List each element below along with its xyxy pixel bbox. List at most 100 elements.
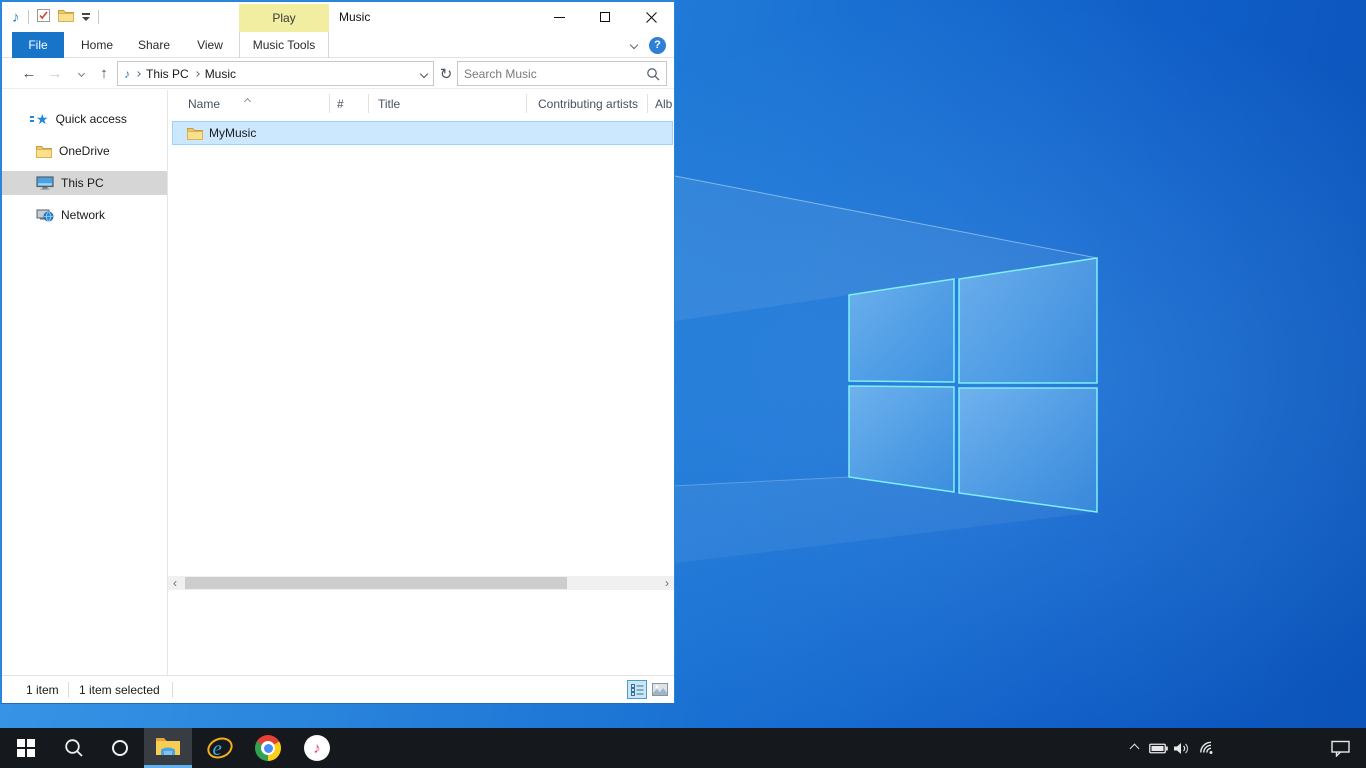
column-headers: Name # Title Contributing artists Alb bbox=[168, 90, 674, 117]
taskbar-file-explorer-button[interactable] bbox=[144, 728, 192, 768]
file-row-mymusic[interactable]: MyMusic bbox=[172, 121, 673, 145]
volume-icon[interactable] bbox=[1170, 728, 1194, 768]
breadcrumb-this-pc[interactable]: This PC bbox=[146, 67, 189, 81]
screen: ♪ Play Music bbox=[0, 0, 1366, 768]
start-button[interactable] bbox=[2, 728, 50, 768]
taskbar-chrome-button[interactable] bbox=[244, 728, 292, 768]
help-button[interactable]: ? bbox=[649, 37, 666, 54]
expand-ribbon-chevron-icon[interactable] bbox=[630, 41, 638, 49]
thumbnail-view-icon bbox=[652, 683, 668, 696]
search-box bbox=[457, 61, 667, 86]
sidebar-item-this-pc[interactable]: This PC bbox=[2, 171, 167, 195]
back-icon: ← bbox=[22, 65, 37, 82]
chevron-down-icon bbox=[77, 70, 84, 77]
taskbar-itunes-button[interactable]: ♪ bbox=[293, 728, 341, 768]
column-header-title[interactable]: Title bbox=[378, 90, 400, 117]
svg-text:e: e bbox=[213, 736, 222, 760]
up-button[interactable]: ↑ bbox=[93, 58, 115, 89]
large-icons-view-button[interactable] bbox=[650, 680, 670, 699]
sidebar-item-network[interactable]: Network bbox=[2, 203, 167, 227]
caption-buttons bbox=[536, 2, 674, 32]
details-view-button[interactable] bbox=[627, 680, 647, 699]
column-divider[interactable] bbox=[647, 94, 648, 113]
search-input[interactable] bbox=[464, 67, 646, 81]
column-header-album[interactable]: Alb bbox=[655, 90, 672, 117]
file-explorer-icon bbox=[155, 736, 181, 757]
breadcrumb-chevron-icon bbox=[194, 71, 200, 77]
scroll-left-icon: ‹ bbox=[173, 576, 177, 590]
horizontal-scrollbar: ‹ › bbox=[168, 576, 674, 590]
column-divider[interactable] bbox=[368, 94, 369, 113]
sidebar-item-label: This PC bbox=[61, 176, 104, 190]
new-folder-icon[interactable] bbox=[58, 9, 74, 25]
column-header-number[interactable]: # bbox=[337, 90, 344, 117]
minimize-button[interactable] bbox=[536, 2, 582, 32]
cortana-icon bbox=[112, 740, 128, 756]
itunes-icon: ♪ bbox=[304, 735, 330, 761]
contextual-group-play[interactable]: Play bbox=[239, 4, 329, 32]
sidebar-item-label: OneDrive bbox=[59, 144, 110, 158]
recent-locations-button[interactable] bbox=[72, 58, 90, 89]
address-bar[interactable]: ♪ This PC Music bbox=[117, 61, 434, 86]
action-center-icon[interactable] bbox=[1328, 728, 1352, 768]
back-button[interactable]: ← bbox=[18, 58, 40, 89]
monitor-icon bbox=[36, 176, 54, 190]
scroll-right-button[interactable]: › bbox=[660, 576, 674, 590]
minimize-icon bbox=[554, 17, 565, 18]
scroll-left-button[interactable]: ‹ bbox=[168, 576, 182, 590]
network-signal-icon[interactable] bbox=[1194, 728, 1218, 768]
close-icon bbox=[646, 12, 657, 23]
tab-music-tools[interactable]: Music Tools bbox=[239, 32, 329, 58]
column-header-contributing-artists[interactable]: Contributing artists bbox=[538, 90, 638, 117]
windows-start-icon bbox=[17, 739, 35, 757]
customize-qat-dropdown-icon[interactable] bbox=[82, 13, 90, 21]
breadcrumb-music[interactable]: Music bbox=[205, 67, 236, 81]
refresh-icon: ↻ bbox=[440, 65, 453, 83]
help-icon: ? bbox=[654, 39, 661, 51]
address-dropdown-chevron-icon[interactable] bbox=[420, 69, 428, 77]
file-name: MyMusic bbox=[209, 126, 256, 140]
scroll-right-icon: › bbox=[665, 576, 669, 590]
cortana-button[interactable] bbox=[96, 728, 144, 768]
up-icon: ↑ bbox=[100, 65, 108, 82]
forward-button[interactable]: → bbox=[44, 58, 66, 89]
taskbar-search-button[interactable] bbox=[50, 728, 98, 768]
system-tray bbox=[1122, 728, 1366, 768]
sidebar-item-label: Network bbox=[61, 208, 105, 222]
ribbon-right-controls: ? bbox=[631, 32, 666, 58]
forward-icon: → bbox=[48, 65, 63, 82]
navigation-toolbar: ← → ↑ ♪ This PC Music ↻ bbox=[2, 58, 674, 89]
search-icon bbox=[64, 738, 84, 758]
hidden-icons-chevron-icon[interactable] bbox=[1122, 728, 1146, 768]
navigation-pane: ★ Quick access OneDrive This PC Network bbox=[2, 90, 167, 675]
address-music-note-icon: ♪ bbox=[124, 68, 130, 80]
sidebar-item-quick-access[interactable]: ★ Quick access bbox=[2, 107, 167, 131]
properties-checkbox-icon[interactable] bbox=[37, 9, 50, 25]
column-divider[interactable] bbox=[526, 94, 527, 113]
quick-access-toolbar: ♪ bbox=[12, 2, 99, 32]
scrollbar-thumb[interactable] bbox=[185, 577, 567, 589]
ribbon-tab-row: File Home Share View Music Tools ? bbox=[2, 32, 674, 58]
tab-home[interactable]: Home bbox=[72, 32, 122, 58]
sidebar-item-onedrive[interactable]: OneDrive bbox=[2, 139, 167, 163]
details-view-icon bbox=[631, 684, 644, 696]
battery-icon[interactable] bbox=[1146, 728, 1170, 768]
maximize-icon bbox=[600, 12, 610, 22]
window-music-note-icon: ♪ bbox=[12, 10, 20, 25]
maximize-button[interactable] bbox=[582, 2, 628, 32]
close-button[interactable] bbox=[628, 2, 674, 32]
status-divider bbox=[68, 682, 69, 698]
search-icon[interactable] bbox=[646, 67, 660, 81]
folder-icon bbox=[187, 127, 203, 140]
taskbar-internet-explorer-button[interactable]: e bbox=[196, 728, 244, 768]
sidebar-item-label: Quick access bbox=[56, 112, 127, 126]
explorer-window: ♪ Play Music bbox=[0, 0, 675, 704]
column-divider[interactable] bbox=[329, 94, 330, 113]
tab-view[interactable]: View bbox=[186, 32, 234, 58]
taskbar: e ♪ bbox=[0, 728, 1366, 768]
refresh-button[interactable]: ↻ bbox=[436, 61, 456, 86]
selection-count: 1 item selected bbox=[79, 676, 160, 704]
column-header-name[interactable]: Name bbox=[188, 90, 220, 117]
tab-file[interactable]: File bbox=[12, 32, 64, 58]
tab-share[interactable]: Share bbox=[128, 32, 180, 58]
